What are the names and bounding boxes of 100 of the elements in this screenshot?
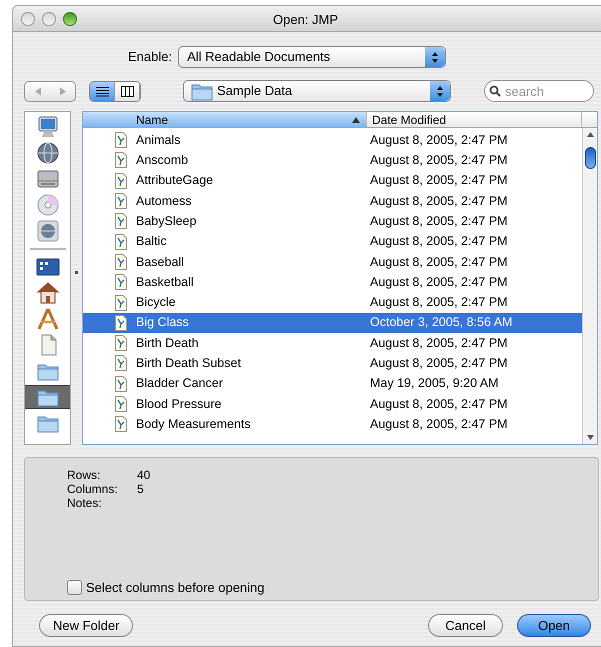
file-row[interactable]: Birth Death August 8, 2005, 2:47 PM bbox=[83, 332, 582, 354]
file-name: Birth Death bbox=[136, 334, 199, 352]
file-name: BabySleep bbox=[136, 212, 196, 230]
file-row[interactable]: Automess August 8, 2005, 2:47 PM bbox=[83, 190, 582, 212]
file-name: Anscomb bbox=[136, 152, 188, 170]
file-row[interactable]: Baseball August 8, 2005, 2:47 PM bbox=[83, 252, 582, 272]
back-forward-control[interactable] bbox=[24, 80, 76, 102]
modified-date: August 8, 2005, 2:47 PM bbox=[369, 355, 508, 372]
info-label: Notes: bbox=[67, 496, 103, 510]
file-row[interactable]: Bicycle August 8, 2005, 2:47 PM bbox=[83, 292, 582, 313]
file-icon bbox=[115, 193, 127, 210]
window-title: Open: JMP bbox=[273, 11, 338, 29]
location-dropdown[interactable]: Sample Data bbox=[183, 80, 451, 102]
back-icon bbox=[34, 86, 42, 96]
file-name: Bladder Cancer bbox=[136, 375, 223, 392]
columns-icon bbox=[120, 86, 134, 96]
file-row[interactable]: Animals August 8, 2005, 2:47 PM bbox=[83, 130, 582, 150]
file-row[interactable]: Blood Pressure August 8, 2005, 2:47 PM bbox=[83, 394, 582, 414]
info-label: Columns: bbox=[67, 482, 119, 496]
compass-icon bbox=[36, 307, 60, 331]
file-name: Blood Pressure bbox=[136, 396, 222, 413]
search-icon bbox=[489, 85, 501, 97]
splitter-handle[interactable] bbox=[75, 271, 78, 274]
modified-date: August 8, 2005, 2:47 PM bbox=[369, 294, 508, 312]
stepper-icon bbox=[430, 81, 450, 101]
info-label: Rows: bbox=[67, 468, 102, 482]
modified-date: August 8, 2005, 2:47 PM bbox=[369, 334, 508, 352]
scroll-thumb[interactable] bbox=[584, 147, 596, 169]
default-button[interactable]: Open bbox=[517, 614, 591, 637]
modified-date: August 8, 2005, 2:47 PM bbox=[369, 132, 508, 149]
file-icon bbox=[115, 396, 127, 412]
minimize-button[interactable] bbox=[42, 12, 56, 26]
stepper-icon bbox=[425, 47, 446, 67]
file-row[interactable]: Big Class October 3, 2005, 8:56 AM bbox=[83, 312, 582, 333]
file-name: Bicycle bbox=[136, 294, 176, 312]
column-header[interactable]: Name bbox=[83, 112, 367, 127]
modified-date: August 8, 2005, 2:47 PM bbox=[369, 416, 508, 433]
file-name: Automess bbox=[136, 192, 192, 210]
file-row[interactable]: AttributeGage August 8, 2005, 2:47 PM bbox=[83, 170, 582, 191]
list-icon bbox=[96, 86, 108, 96]
forward-icon bbox=[58, 86, 66, 96]
file-row[interactable]: Basketball August 8, 2005, 2:47 PM bbox=[83, 272, 582, 292]
file-icon bbox=[115, 314, 127, 331]
file-row[interactable]: Anscomb August 8, 2005, 2:47 PM bbox=[83, 150, 582, 171]
modified-date: October 3, 2005, 8:56 AM bbox=[369, 314, 512, 332]
modified-date: August 8, 2005, 2:47 PM bbox=[369, 192, 508, 210]
info-value: 40 bbox=[137, 468, 150, 482]
globe-icon bbox=[36, 219, 60, 243]
search-field[interactable]: search bbox=[484, 80, 594, 102]
close-button[interactable] bbox=[21, 12, 35, 26]
file-icon bbox=[115, 152, 127, 168]
modified-date: May 19, 2005, 9:20 AM bbox=[369, 375, 499, 392]
file-row[interactable]: Bladder Cancer May 19, 2005, 9:20 AM bbox=[83, 374, 582, 394]
enable-label: Enable: bbox=[128, 48, 172, 66]
file-name: Baltic bbox=[136, 233, 167, 250]
disc-icon bbox=[36, 193, 60, 217]
scroll-down-icon[interactable] bbox=[586, 435, 594, 440]
sidebar-item[interactable] bbox=[25, 385, 70, 409]
scroll-up-icon[interactable] bbox=[586, 132, 594, 137]
column-header[interactable]: Date Modified bbox=[367, 112, 582, 127]
modified-date: August 8, 2005, 2:47 PM bbox=[369, 233, 508, 250]
file-icon bbox=[115, 172, 127, 189]
modified-date: August 8, 2005, 2:47 PM bbox=[369, 172, 508, 190]
list-view-button[interactable] bbox=[90, 82, 115, 100]
checkbox-label: Select columns before opening bbox=[86, 580, 265, 594]
scrollbar[interactable] bbox=[582, 128, 597, 444]
modified-date: August 8, 2005, 2:47 PM bbox=[369, 254, 508, 271]
globe-icon bbox=[36, 141, 60, 165]
modified-date: August 8, 2005, 2:47 PM bbox=[369, 396, 508, 413]
computer-icon bbox=[36, 115, 60, 139]
file-name: Basketball bbox=[136, 274, 194, 291]
push-button[interactable]: New Folder bbox=[39, 614, 134, 637]
file-row[interactable]: Birth Death Subset August 8, 2005, 2:47 PM bbox=[83, 353, 582, 374]
info-value: 5 bbox=[137, 482, 144, 496]
file-icon bbox=[115, 234, 127, 250]
file-icon bbox=[115, 274, 127, 290]
file-icon bbox=[115, 132, 127, 148]
file-name: AttributeGage bbox=[136, 172, 214, 190]
push-button[interactable]: Cancel bbox=[428, 614, 503, 637]
file-name: Animals bbox=[136, 132, 180, 149]
file-icon bbox=[115, 294, 127, 311]
checkbox[interactable] bbox=[67, 580, 82, 595]
modified-date: August 8, 2005, 2:47 PM bbox=[369, 152, 508, 170]
enable-dropdown[interactable]: All Readable Documents bbox=[178, 46, 446, 68]
file-name: Body Measurements bbox=[136, 416, 251, 433]
file-row[interactable]: BabySleep August 8, 2005, 2:47 PM bbox=[83, 211, 582, 232]
file-name: Big Class bbox=[136, 314, 189, 332]
file-icon bbox=[115, 335, 127, 352]
file-row[interactable]: Body Measurements August 8, 2005, 2:47 PM bbox=[83, 414, 582, 434]
file-icon bbox=[115, 213, 127, 230]
zoom-button[interactable] bbox=[63, 12, 77, 26]
column-view-button[interactable] bbox=[115, 82, 140, 100]
sort-arrow-icon bbox=[352, 116, 360, 122]
file-icon bbox=[115, 416, 127, 432]
modified-date: August 8, 2005, 2:47 PM bbox=[369, 274, 508, 291]
file-row[interactable]: Baltic August 8, 2005, 2:47 PM bbox=[83, 231, 582, 252]
modified-date: August 8, 2005, 2:47 PM bbox=[369, 212, 508, 230]
file-name: Baseball bbox=[136, 254, 184, 271]
house-icon bbox=[36, 281, 60, 305]
file-icon bbox=[115, 376, 127, 392]
